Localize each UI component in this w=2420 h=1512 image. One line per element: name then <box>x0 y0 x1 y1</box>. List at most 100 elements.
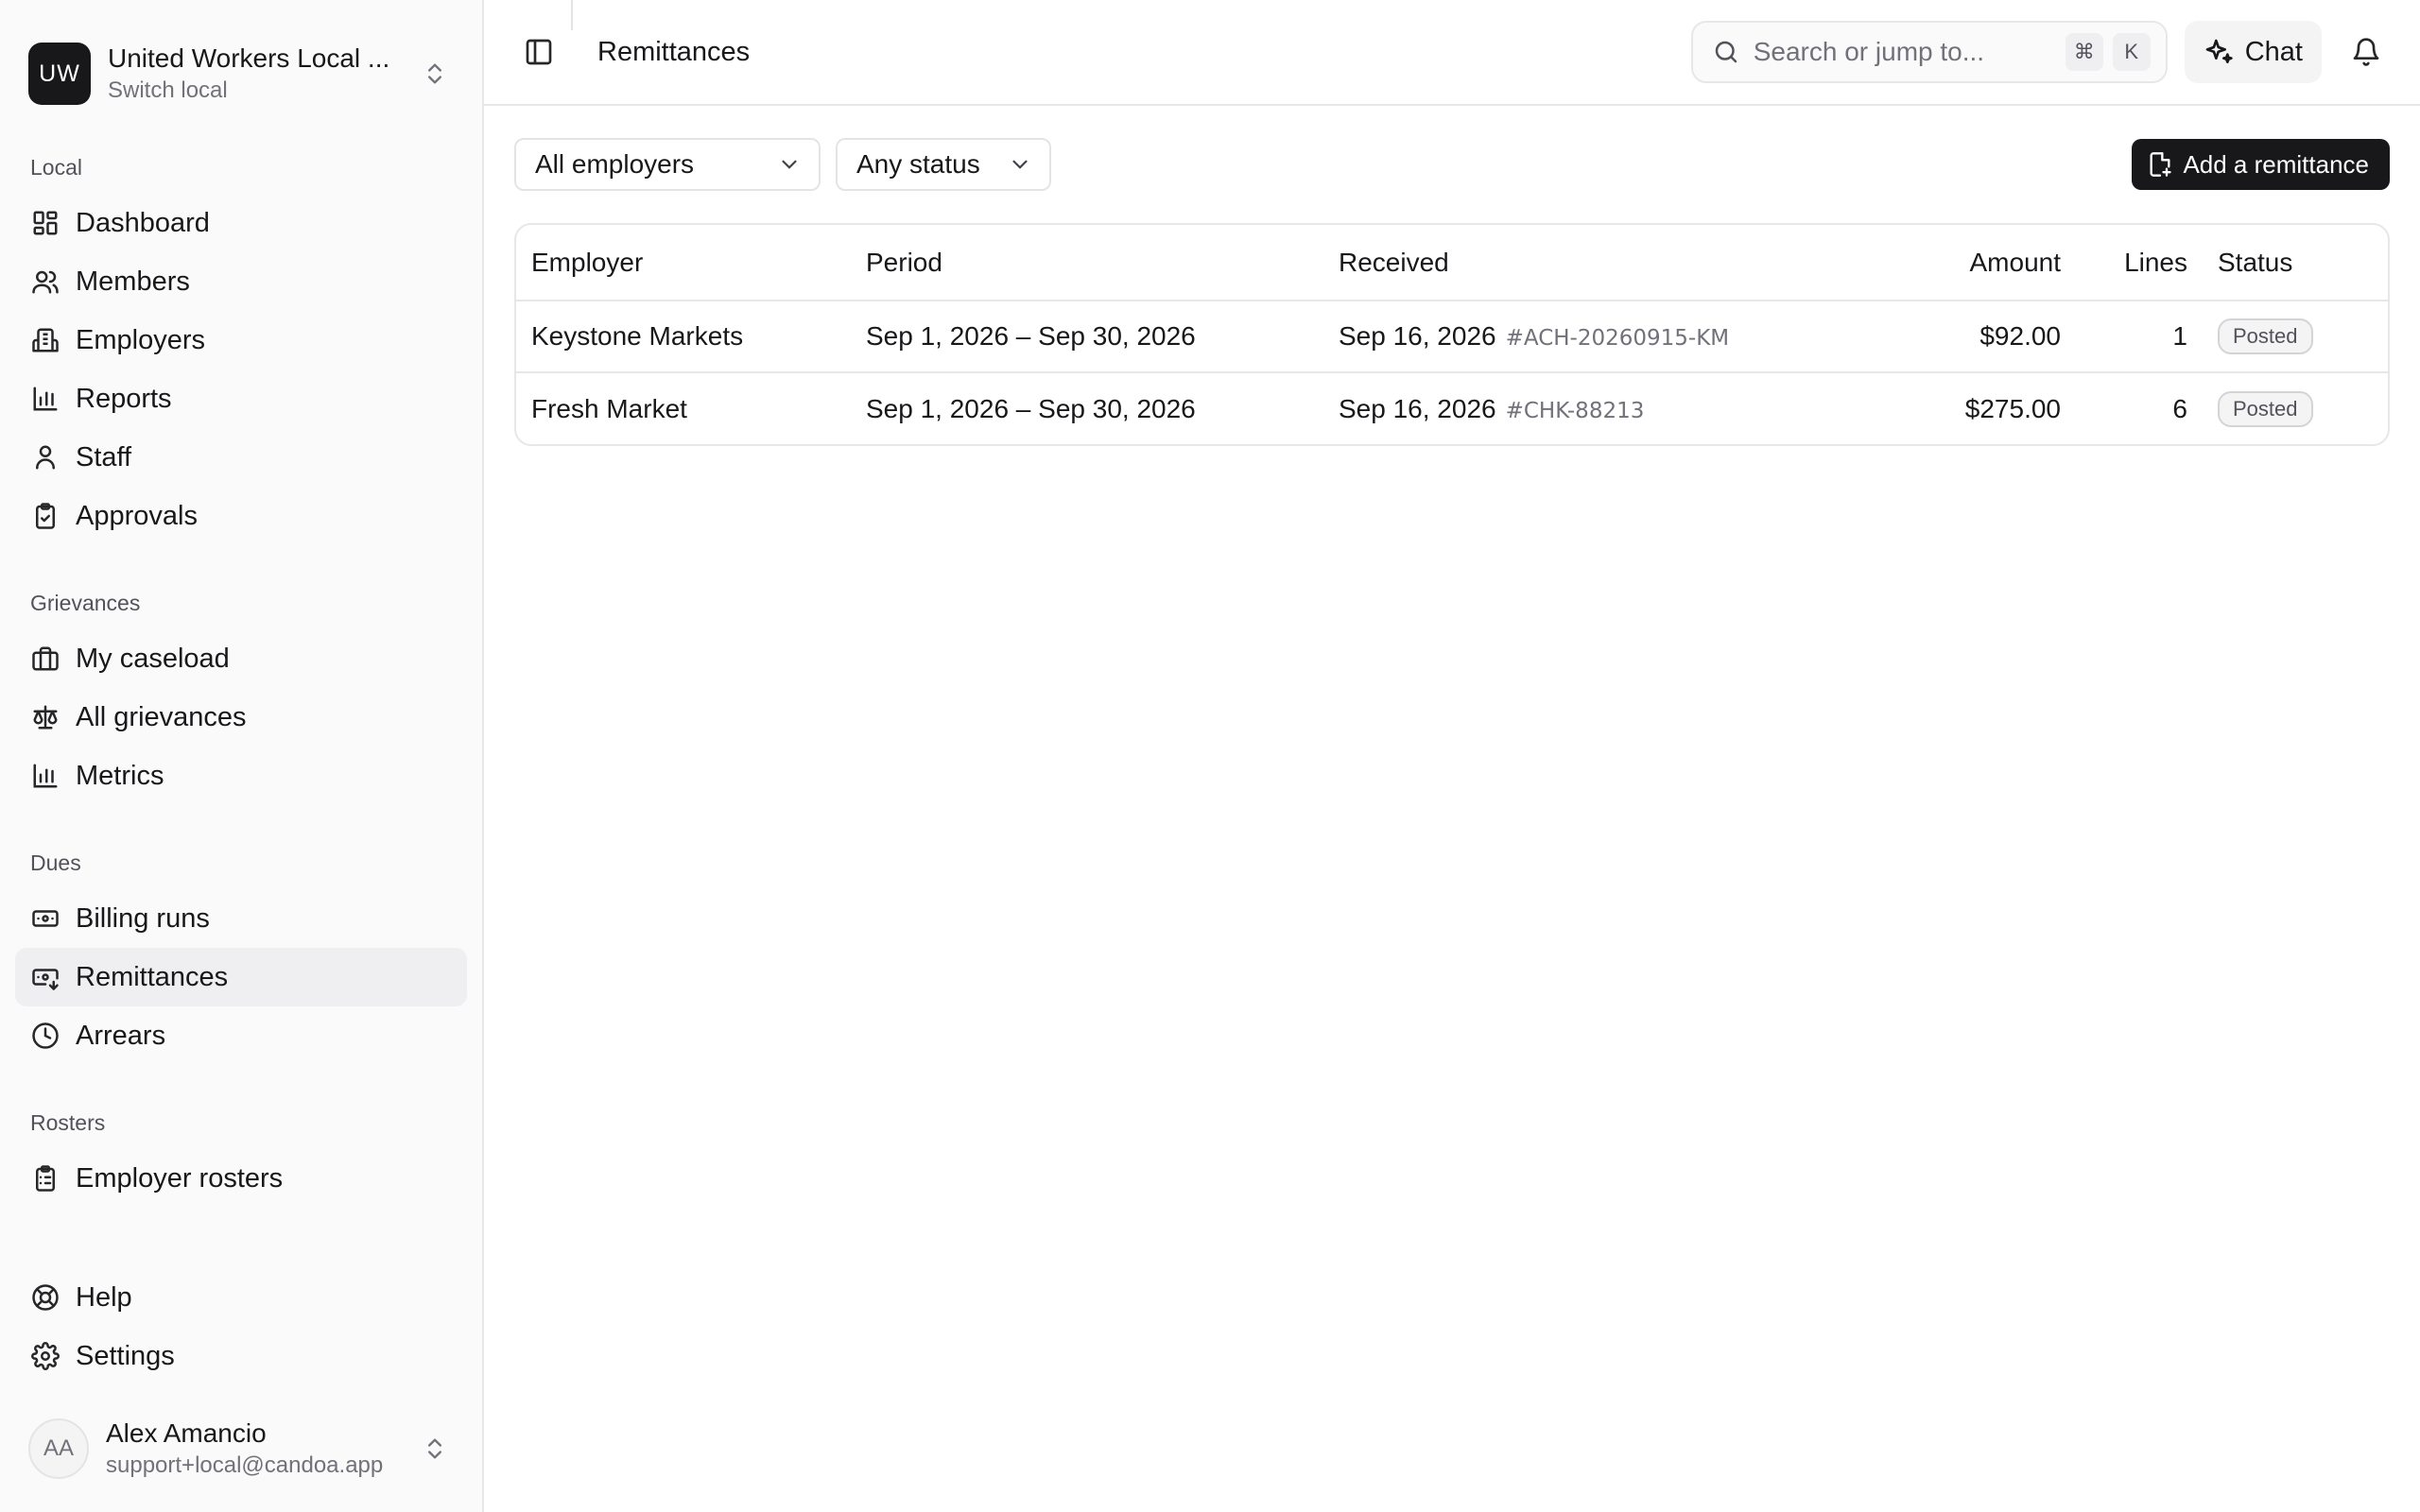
sidebar-item-label: Billing runs <box>76 902 210 934</box>
section-label-local: Local <box>30 155 82 180</box>
sidebar-item-label: Remittances <box>76 961 229 992</box>
banknote-icon <box>30 903 60 934</box>
sidebar-item-billing-runs[interactable]: Billing runs <box>15 889 467 948</box>
received-cell: Sep 16, 2026 #ACH-20260915-KM <box>1323 301 1877 373</box>
sidebar-item-label: Employer rosters <box>76 1162 284 1194</box>
table-row[interactable]: Fresh Market Sep 1, 2026 – Sep 30, 2026 … <box>516 372 2388 444</box>
sidebar-item-employers[interactable]: Employers <box>15 311 467 369</box>
sidebar-item-label: Reports <box>76 383 172 414</box>
column-header-received[interactable]: Received <box>1323 225 1877 301</box>
sidebar-item-arrears[interactable]: Arrears <box>15 1006 467 1065</box>
status-badge: Posted <box>2218 318 2313 354</box>
bell-icon[interactable] <box>2342 28 2390 76</box>
chevrons-up-down-icon <box>416 1430 454 1468</box>
chat-button[interactable]: Chat <box>2184 21 2322 83</box>
sidebar-item-remittances[interactable]: Remittances <box>15 948 467 1006</box>
employer-cell: Keystone Markets <box>516 301 851 373</box>
banknote-arrow-icon <box>30 962 60 992</box>
column-header-period[interactable]: Period <box>851 225 1323 301</box>
sidebar-item-all-grievances[interactable]: All grievances <box>15 688 467 747</box>
remittances-table: Employer Period Received Amount Lines St… <box>514 223 2390 446</box>
sidebar-item-label: My caseload <box>76 643 230 674</box>
section-label-grievances: Grievances <box>30 591 141 615</box>
topbar: Remittances Search or jump to... ⌘ K Cha… <box>484 0 2420 106</box>
shortcut-mod-key: ⌘ <box>2065 33 2103 71</box>
table-row[interactable]: Keystone Markets Sep 1, 2026 – Sep 30, 2… <box>516 301 2388 373</box>
sidebar-item-label: Dashboard <box>76 207 210 238</box>
chevron-down-icon <box>777 152 802 177</box>
status-filter-value: Any status <box>856 149 980 179</box>
org-switcher[interactable]: UW United Workers Local ... Switch local <box>0 0 482 121</box>
sidebar-item-label: Members <box>76 266 190 297</box>
bar-chart-icon <box>30 761 60 791</box>
dashboard-icon <box>30 208 60 238</box>
amount-cell: $275.00 <box>1964 393 2061 423</box>
avatar: AA <box>28 1418 89 1479</box>
filter-toolbar: All employers Any status Add a remittanc… <box>514 136 2390 193</box>
sidebar-item-employer-rosters[interactable]: Employer rosters <box>15 1149 467 1208</box>
column-header-employer[interactable]: Employer <box>516 225 851 301</box>
building-icon <box>30 325 60 355</box>
user-menu[interactable]: AA Alex Amancio support+local@candoa.app <box>0 1385 482 1512</box>
org-text: United Workers Local ... Switch local <box>108 43 416 104</box>
users-icon <box>30 266 60 297</box>
lines-cell: 1 <box>2076 301 2203 373</box>
bar-chart-icon <box>30 384 60 414</box>
sidebar-item-metrics[interactable]: Metrics <box>15 747 467 805</box>
chevrons-up-down-icon <box>416 55 454 93</box>
page-title: Remittances <box>597 36 751 67</box>
section-label-dues: Dues <box>30 850 81 875</box>
sidebar-item-dashboard[interactable]: Dashboard <box>15 194 467 252</box>
chevron-down-icon <box>1008 152 1032 177</box>
received-date: Sep 16, 2026 <box>1339 321 1496 351</box>
sidebar-item-settings[interactable]: Settings <box>15 1327 467 1385</box>
sidebar-item-label: Metrics <box>76 760 164 791</box>
sidebar-item-staff[interactable]: Staff <box>15 428 467 487</box>
status-badge: Posted <box>2218 390 2313 427</box>
main-content: Remittances Search or jump to... ⌘ K Cha… <box>484 0 2420 1512</box>
employer-filter-value: All employers <box>535 149 695 179</box>
status-filter-select[interactable]: Any status <box>836 138 1051 191</box>
received-cell: Sep 16, 2026 #CHK-88213 <box>1323 372 1877 444</box>
sidebar-item-members[interactable]: Members <box>15 252 467 311</box>
period-cell: Sep 1, 2026 – Sep 30, 2026 <box>866 393 1196 423</box>
user-email: support+local@candoa.app <box>106 1452 384 1478</box>
scale-icon <box>30 702 60 732</box>
payment-reference: #ACH-20260915-KM <box>1505 326 1730 351</box>
search-icon <box>1712 38 1740 66</box>
sidebar-item-label: Staff <box>76 441 132 472</box>
status-cell: Posted <box>2203 372 2388 444</box>
sidebar-item-label: Help <box>76 1281 132 1313</box>
sidebar-item-label: Settings <box>76 1340 175 1371</box>
file-plus-icon <box>2150 152 2172 177</box>
employer-filter-select[interactable]: All employers <box>514 138 821 191</box>
column-header-status[interactable]: Status <box>2203 225 2388 301</box>
user-text: Alex Amancio support+local@candoa.app <box>106 1418 416 1479</box>
column-header-amount[interactable]: Amount <box>1877 225 2076 301</box>
shortcut-key: K <box>2112 33 2151 71</box>
clipboard-check-icon <box>30 501 60 531</box>
sidebar-toggle-icon[interactable] <box>512 26 565 78</box>
search-placeholder: Search or jump to... <box>1753 37 1985 66</box>
content: All employers Any status Add a remittanc… <box>484 106 2420 446</box>
status-cell: Posted <box>2203 301 2388 373</box>
clock-icon <box>30 1021 60 1051</box>
column-header-lines[interactable]: Lines <box>2076 225 2203 301</box>
sidebar-item-my-caseload[interactable]: My caseload <box>15 629 467 688</box>
add-remittance-label: Add a remittance <box>2183 149 2369 179</box>
sidebar-item-label: All grievances <box>76 701 247 732</box>
payment-reference: #CHK-88213 <box>1505 398 1645 423</box>
amount-cell: $92.00 <box>1877 301 2076 373</box>
lines-cell: 6 <box>2172 393 2187 423</box>
org-name: United Workers Local ... <box>108 43 390 73</box>
org-logo: UW <box>28 43 91 105</box>
sidebar-item-reports[interactable]: Reports <box>15 369 467 428</box>
chat-label: Chat <box>2244 36 2303 67</box>
add-remittance-button[interactable]: Add a remittance <box>2132 139 2390 190</box>
sidebar-footer: Help Settings AA Alex Amancio support+lo… <box>0 1268 482 1512</box>
search-input[interactable]: Search or jump to... ⌘ K <box>1690 21 2168 83</box>
sidebar-item-help[interactable]: Help <box>15 1268 467 1327</box>
org-switch-label: Switch local <box>108 77 228 103</box>
sparkles-icon <box>2205 39 2233 63</box>
sidebar-item-approvals[interactable]: Approvals <box>15 487 467 545</box>
